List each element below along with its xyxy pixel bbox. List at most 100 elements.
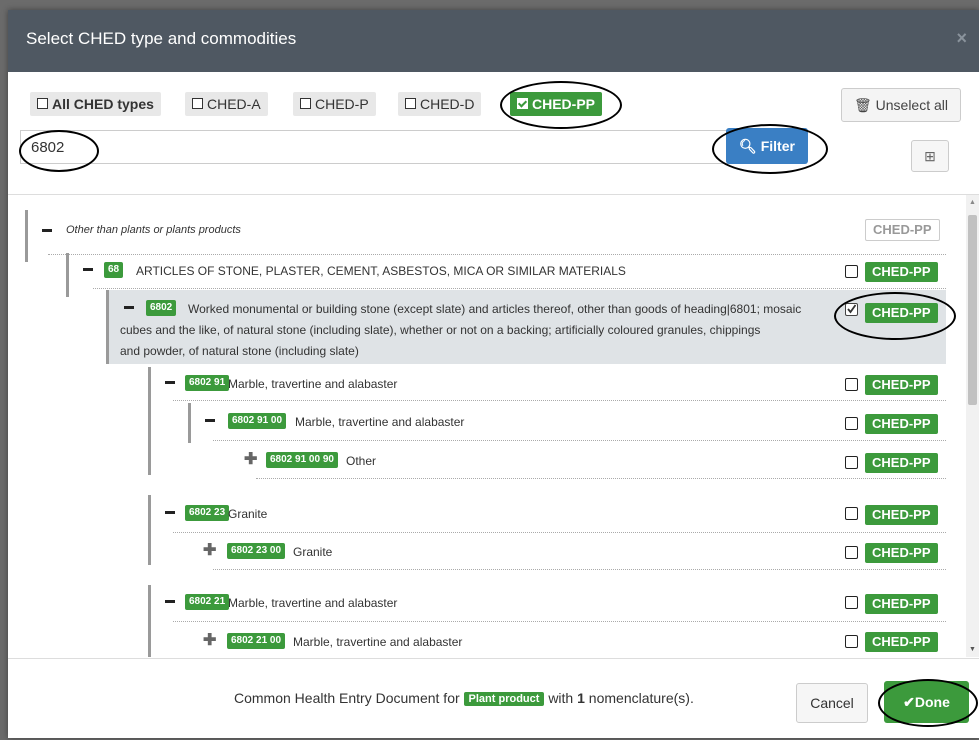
scroll-down-arrow-icon[interactable]: ▼ <box>969 646 976 653</box>
checkbox-icon <box>405 98 416 109</box>
collapse-icon[interactable] <box>42 229 52 232</box>
ched-d-label: CHED-D <box>420 96 475 112</box>
nomenclature-count: 1 <box>577 690 585 706</box>
scroll-up-arrow-icon[interactable]: ▲ <box>969 199 976 206</box>
commodity-code: 6802 21 <box>185 594 230 610</box>
commodity-label: Marble, travertine and alabaster <box>228 596 398 610</box>
filter-toolbar: All CHED types CHED-A CHED-P CHED-D CHED… <box>8 72 979 195</box>
commodity-ched-tag: CHED-PP <box>865 543 938 563</box>
commodity-code: 6802 91 <box>185 375 230 391</box>
commodity-ched-tag: CHED-PP <box>865 594 938 614</box>
unselect-all-button[interactable]: 🗑 Unselect all <box>841 88 961 122</box>
commodity-label: Marble, travertine and alabaster <box>293 635 463 649</box>
cancel-button[interactable]: Cancel <box>796 683 868 723</box>
commodity-checkbox[interactable] <box>845 635 858 648</box>
checkbox-icon <box>192 98 203 109</box>
commodity-label-line3: and powder, of natural stone (including … <box>120 344 359 358</box>
expand-icon[interactable]: ✚ <box>203 630 216 650</box>
commodity-checkbox[interactable] <box>845 265 858 278</box>
commodity-code: 68 <box>104 262 124 278</box>
tree-separator <box>173 621 946 622</box>
commodity-code: 6802 91 00 90 <box>266 452 338 468</box>
commodity-label: Marble, travertine and alabaster <box>228 377 398 391</box>
ched-selection-modal: Select CHED type and commodities × All C… <box>8 10 979 738</box>
collapse-icon[interactable] <box>165 511 175 514</box>
footer-summary: Common Health Entry Document for Plant p… <box>234 690 694 706</box>
annotation-ellipse <box>712 124 828 174</box>
collapse-icon[interactable] <box>83 268 93 271</box>
expand-icon[interactable]: ✚ <box>244 449 257 469</box>
commodity-checkbox[interactable] <box>845 596 858 609</box>
tree-indent-bar <box>188 403 191 443</box>
tree-separator <box>256 478 946 479</box>
annotation-ellipse <box>834 292 956 340</box>
footer-text-with: with <box>548 690 574 706</box>
footer-text-before: Common Health Entry Document for <box>234 690 460 706</box>
expand-all-button[interactable]: ⊞ <box>911 140 949 172</box>
collapse-icon[interactable] <box>205 419 215 422</box>
checkbox-icon <box>37 98 48 109</box>
tree-scrollbar[interactable]: ▲ ▼ <box>966 195 979 657</box>
ched-p-label: CHED-P <box>315 96 369 112</box>
commodity-label-line2: cubes and the like, of natural stone (in… <box>120 323 761 337</box>
unselect-all-label: Unselect all <box>875 97 949 113</box>
commodity-ched-tag: CHED-PP <box>865 262 938 282</box>
scrollbar-thumb[interactable] <box>968 215 977 405</box>
collapse-icon[interactable] <box>165 600 175 603</box>
ched-a-label: CHED-A <box>207 96 261 112</box>
modal-header: Select CHED type and commodities × <box>8 10 979 72</box>
annotation-ellipse <box>500 81 622 129</box>
commodity-checkbox[interactable] <box>845 456 858 469</box>
tree-indent-bar <box>148 367 151 475</box>
modal-footer: Common Health Entry Document for Plant p… <box>8 658 979 738</box>
ched-d-toggle[interactable]: CHED-D <box>398 92 482 116</box>
tree-indent-bar <box>66 253 69 297</box>
commodity-code: 6802 21 00 <box>227 633 286 649</box>
commodity-code: 6802 <box>146 300 177 316</box>
tree-separator <box>173 400 946 401</box>
collapse-icon[interactable] <box>124 306 134 309</box>
commodity-ched-tag: CHED-PP <box>865 453 938 473</box>
commodity-tree: Other than plants or plants products CHE… <box>8 195 966 657</box>
expand-icon[interactable]: ✚ <box>203 540 216 560</box>
all-ched-types-toggle[interactable]: All CHED types <box>30 92 161 116</box>
commodity-ched-tag: CHED-PP <box>865 505 938 525</box>
footer-text-after: nomenclature(s). <box>588 690 694 706</box>
commodity-checkbox[interactable] <box>845 417 858 430</box>
tree-separator <box>173 532 946 533</box>
commodity-search-input[interactable] <box>20 130 728 164</box>
collapse-icon[interactable] <box>165 381 175 384</box>
tree-separator <box>48 254 946 255</box>
commodity-label: Granite <box>293 545 333 559</box>
ched-a-toggle[interactable]: CHED-A <box>185 92 268 116</box>
commodity-label: Other <box>346 454 377 468</box>
commodity-code: 6802 91 00 <box>228 413 287 429</box>
ched-p-toggle[interactable]: CHED-P <box>293 92 376 116</box>
trash-icon: 🗑 <box>853 97 872 113</box>
modal-title: Select CHED type and commodities <box>26 29 297 48</box>
commodity-label: ARTICLES OF STONE, PLASTER, CEMENT, ASBE… <box>136 264 626 278</box>
tree-separator <box>213 440 946 441</box>
checkbox-icon <box>300 98 311 109</box>
commodity-ched-tag: CHED-PP <box>865 414 938 434</box>
commodity-checkbox[interactable] <box>845 378 858 391</box>
close-icon[interactable]: × <box>956 28 967 49</box>
tree-separator <box>93 288 946 289</box>
root-node-label: Other than plants or plants products <box>66 224 241 236</box>
annotation-ellipse <box>19 130 99 172</box>
tree-indent-bar <box>106 290 109 364</box>
commodity-ched-tag: CHED-PP <box>865 632 938 652</box>
all-ched-types-label: All CHED types <box>52 96 154 112</box>
root-ched-tag: CHED-PP <box>865 219 940 241</box>
commodity-code: 6802 23 <box>185 505 230 521</box>
commodity-label: Marble, travertine and alabaster <box>295 415 465 429</box>
tree-separator <box>213 569 946 570</box>
commodity-label-line1: Worked monumental or building stone (exc… <box>188 302 802 316</box>
commodity-code: 6802 23 00 <box>227 543 286 559</box>
commodity-checkbox[interactable] <box>845 546 858 559</box>
tree-indent-bar <box>148 495 151 565</box>
tree-indent-bar <box>25 210 28 262</box>
annotation-ellipse <box>878 679 978 727</box>
commodity-label: Granite <box>228 507 268 521</box>
commodity-checkbox[interactable] <box>845 507 858 520</box>
